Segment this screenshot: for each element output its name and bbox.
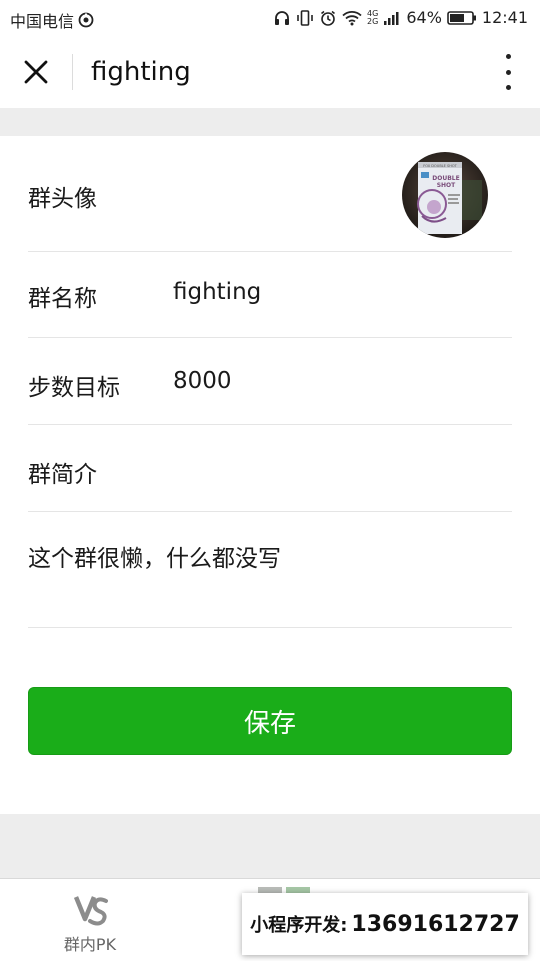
promo-banner: 小程序开发: 13691612727: [242, 893, 528, 955]
intro-label-row: 群简介: [28, 425, 512, 512]
close-button[interactable]: [20, 56, 52, 88]
header-divider: [72, 54, 73, 90]
hotspot-icon: [78, 12, 94, 28]
avatar-label: 群头像: [28, 186, 97, 212]
bottom-separator: [0, 814, 540, 878]
group-name-row[interactable]: 群名称 fighting: [28, 251, 512, 338]
page-title: fighting: [91, 57, 191, 87]
status-bar: 中国电信 4G 2G 64% 12:41: [0, 0, 540, 36]
more-vertical-icon-dot: [505, 54, 511, 59]
signal-icon: [383, 10, 401, 26]
intro-text[interactable]: 这个群很懒，什么都没写: [28, 539, 281, 573]
tab-group-pk[interactable]: 群内PK: [40, 887, 140, 957]
intro-textarea[interactable]: 这个群很懒，什么都没写: [28, 512, 512, 628]
battery-percent-label: 64%: [406, 8, 442, 27]
more-button[interactable]: [498, 54, 518, 90]
step-goal-value[interactable]: 8000: [173, 368, 232, 394]
more-vertical-icon-dot: [505, 85, 511, 90]
vibrate-icon: [296, 9, 314, 27]
avatar-row[interactable]: 群头像 FOX DOUBLE SHOT DOUBLE SHOT: [28, 136, 512, 252]
battery-icon: [447, 10, 477, 26]
avatar-top-text: FOX DOUBLE SHOT: [423, 164, 457, 168]
top-separator: [0, 108, 540, 136]
status-right: 4G 2G 64% 12:41: [273, 8, 528, 27]
status-left: 中国电信: [10, 8, 94, 32]
step-goal-row[interactable]: 步数目标 8000: [28, 338, 512, 425]
group-name-value[interactable]: fighting: [173, 279, 261, 305]
close-icon: [24, 60, 48, 84]
save-button[interactable]: 保存: [28, 687, 512, 755]
alarm-icon: [319, 9, 337, 27]
intro-label: 群简介: [28, 462, 97, 488]
tab-group-pk-label: 群内PK: [63, 935, 117, 954]
network-type-label: 4G 2G: [367, 9, 379, 26]
group-name-label: 群名称: [28, 286, 97, 312]
group-avatar[interactable]: FOX DOUBLE SHOT DOUBLE SHOT: [402, 152, 488, 238]
clock-label: 12:41: [481, 8, 528, 27]
promo-phone: 13691612727: [351, 911, 520, 937]
promo-label: 小程序开发:: [250, 915, 348, 936]
headset-icon: [273, 9, 291, 27]
more-vertical-icon-dot: [505, 69, 511, 75]
carrier-label: 中国电信: [10, 12, 75, 31]
network-bottom-label: 2G: [367, 16, 379, 26]
vs-icon: [74, 896, 108, 926]
header: fighting: [0, 36, 540, 108]
avatar-line1-text: DOUBLE: [432, 175, 459, 182]
group-settings-form: 群头像 FOX DOUBLE SHOT DOUBLE SHOT 群名称 figh…: [0, 136, 540, 814]
avatar-line2-text: SHOT: [437, 182, 456, 189]
wifi-icon: [342, 10, 362, 26]
step-goal-label: 步数目标: [28, 375, 120, 401]
